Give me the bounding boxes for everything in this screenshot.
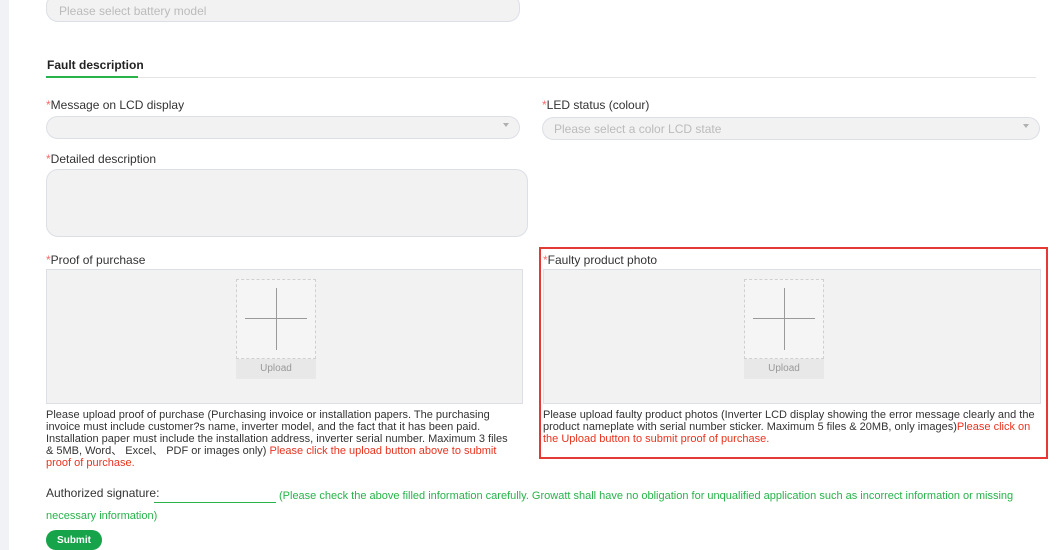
section-title-underline [46,76,138,78]
section-divider [46,77,1036,78]
proof-upload-label[interactable]: Upload [236,359,316,379]
detailed-description-textarea[interactable] [46,169,528,237]
led-status-label: *LED status (colour) [542,98,649,112]
battery-model-placeholder: Please select battery model [59,4,207,18]
faulty-photo-label: *Faulty product photo [543,253,657,267]
proof-of-purchase-label: *Proof of purchase [46,253,145,267]
photo-help-text: Please upload faulty product photos (Inv… [543,409,1036,445]
lcd-message-select[interactable] [46,116,520,139]
signature-note: (Please check the above filled informati… [46,490,1014,522]
detailed-description-label-text: Detailed description [50,152,157,166]
left-sidebar-strip [0,0,9,550]
plus-icon-vertical [276,288,277,350]
battery-model-select[interactable]: Please select battery model [46,0,520,22]
submit-button[interactable]: Submit [46,530,102,550]
chevron-down-icon [1023,124,1029,128]
proof-of-purchase-label-text: Proof of purchase [50,253,146,267]
lcd-message-label-text: Message on LCD display [50,98,185,112]
led-status-select[interactable]: Please select a color LCD state [542,117,1040,140]
photo-upload-label[interactable]: Upload [744,359,824,379]
plus-icon-vertical [784,288,785,350]
chevron-down-icon [503,123,509,127]
photo-upload-button[interactable] [744,279,824,359]
detailed-description-label: *Detailed description [46,152,156,166]
proof-help-text: Please upload proof of purchase (Purchas… [46,409,516,469]
section-title: Fault description [47,58,144,72]
proof-upload-button[interactable] [236,279,316,359]
led-status-placeholder: Please select a color LCD state [554,122,722,136]
lcd-message-label: *Message on LCD display [46,98,184,112]
faulty-photo-label-text: Faulty product photo [547,253,658,267]
led-status-label-text: LED status (colour) [546,98,650,112]
